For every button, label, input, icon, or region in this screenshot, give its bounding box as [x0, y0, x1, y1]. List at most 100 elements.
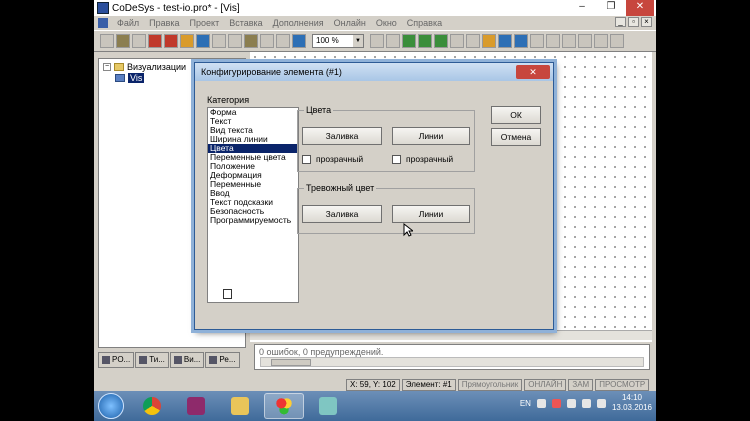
- collapse-icon[interactable]: −: [103, 63, 111, 71]
- copy-icon[interactable]: [260, 34, 274, 48]
- line-transparent-checkbox[interactable]: прозрачный: [392, 154, 453, 164]
- tray-volume-icon[interactable]: [596, 398, 606, 408]
- step-icon[interactable]: [212, 34, 226, 48]
- tab-label: Ви...: [183, 355, 201, 364]
- checkbox-box[interactable]: [392, 154, 401, 164]
- category-list[interactable]: Форма Текст Вид текста Ширина линии Цвет…: [207, 107, 299, 303]
- mdi-minimize-button[interactable]: _: [615, 17, 626, 27]
- taskbar-chrome[interactable]: [132, 393, 172, 419]
- toolbar: 100 % ▼: [94, 30, 656, 52]
- tab-visualizations[interactable]: Ви...: [169, 352, 205, 368]
- taskbar-save-app[interactable]: [176, 393, 216, 419]
- close-button[interactable]: ✕: [626, 0, 654, 16]
- zoom-value: 100 %: [316, 36, 339, 45]
- tab-data-types[interactable]: Ти...: [135, 352, 169, 368]
- taskbar-codesys[interactable]: [264, 393, 304, 419]
- group-label: Цвета: [304, 105, 334, 115]
- dialog-close-button[interactable]: ✕: [516, 65, 550, 79]
- paste-icon[interactable]: [276, 34, 290, 48]
- scrollbar-tool-icon[interactable]: [610, 34, 624, 48]
- run-icon[interactable]: [196, 34, 210, 48]
- tree-node-visualizations[interactable]: − Визуализации: [103, 62, 186, 72]
- category-item[interactable]: Программируемость: [208, 216, 298, 225]
- y-label: Y:: [373, 379, 381, 389]
- tray-antivirus-icon[interactable]: [551, 398, 561, 408]
- menu-insert[interactable]: Вставка: [224, 18, 267, 28]
- canvas-horizontal-scrollbar[interactable]: [250, 330, 652, 340]
- button-tool-icon[interactable]: [530, 34, 544, 48]
- menu-project[interactable]: Проект: [185, 18, 225, 28]
- system-tray: EN 14:10 13.03.2016: [520, 393, 652, 413]
- maximize-button[interactable]: ❐: [597, 0, 625, 16]
- mdi-close-button[interactable]: ×: [641, 17, 652, 27]
- menu-edit[interactable]: Правка: [144, 18, 184, 28]
- visualization-icon[interactable]: [514, 34, 528, 48]
- polyline-icon[interactable]: [450, 34, 464, 48]
- tab-label: Ти...: [149, 355, 165, 364]
- scrollbar-thumb[interactable]: [271, 359, 311, 366]
- login-icon[interactable]: [180, 34, 194, 48]
- start-button[interactable]: [98, 393, 124, 419]
- text-tool-icon[interactable]: [594, 34, 608, 48]
- fill-color-button[interactable]: Заливка: [302, 127, 382, 145]
- rectangle-icon[interactable]: [386, 34, 400, 48]
- status-coords: X: 59, Y: 102: [346, 378, 400, 391]
- taskbar-explorer[interactable]: [220, 393, 260, 419]
- tree-tabs: PO... Ти... Ви... Ре...: [98, 352, 246, 370]
- tab-resources[interactable]: Ре...: [205, 352, 240, 368]
- ok-button[interactable]: ОК: [491, 106, 541, 124]
- codesys-icon: [275, 397, 293, 415]
- zoom-select[interactable]: 100 % ▼: [312, 34, 364, 48]
- polygon-icon[interactable]: [434, 34, 448, 48]
- build-icon[interactable]: [148, 34, 162, 48]
- document-icon[interactable]: [98, 18, 108, 28]
- tab-pous[interactable]: PO...: [98, 352, 135, 368]
- resources-icon: [209, 356, 218, 364]
- cut-icon[interactable]: [244, 34, 258, 48]
- cancel-button[interactable]: Отмена: [491, 128, 541, 146]
- fill-transparent-checkbox[interactable]: прозрачный: [302, 154, 363, 164]
- visualization-icon: [115, 74, 125, 82]
- curve-icon[interactable]: [466, 34, 480, 48]
- checkbox-label: прозрачный: [406, 154, 454, 164]
- menu-extras[interactable]: Дополнения: [268, 18, 329, 28]
- menu-file[interactable]: Файл: [112, 18, 144, 28]
- pointer-icon[interactable]: [370, 34, 384, 48]
- status-mode: Прямоугольник: [457, 378, 523, 391]
- breakpoint-icon[interactable]: [228, 34, 242, 48]
- ellipse-icon[interactable]: [418, 34, 432, 48]
- tree-node-vis[interactable]: Vis: [115, 73, 145, 83]
- language-indicator[interactable]: EN: [520, 399, 531, 408]
- stop-icon[interactable]: [164, 34, 178, 48]
- checkbox-box[interactable]: [302, 154, 311, 164]
- rounded-rect-icon[interactable]: [402, 34, 416, 48]
- tree-node-label: Vis: [128, 73, 145, 83]
- clock[interactable]: 14:10 13.03.2016: [612, 393, 652, 413]
- floppy-icon: [187, 397, 205, 415]
- table-icon[interactable]: [562, 34, 576, 48]
- tray-arrow-icon[interactable]: [536, 398, 546, 408]
- menu-window[interactable]: Окно: [371, 18, 402, 28]
- line-color-button[interactable]: Линии: [392, 127, 470, 145]
- save-icon[interactable]: [132, 34, 146, 48]
- pie-icon[interactable]: [482, 34, 496, 48]
- open-file-icon[interactable]: [116, 34, 130, 48]
- new-file-icon[interactable]: [100, 34, 114, 48]
- status-view: ПРОСМОТР: [595, 378, 650, 391]
- menu-help[interactable]: Справка: [402, 18, 447, 28]
- tray-network-icon[interactable]: [581, 398, 591, 408]
- tray-flag-icon[interactable]: [566, 398, 576, 408]
- wmf-icon[interactable]: [546, 34, 560, 48]
- bitmap-icon[interactable]: [498, 34, 512, 48]
- alarm-table-icon[interactable]: [578, 34, 592, 48]
- chevron-down-icon[interactable]: ▼: [353, 35, 363, 47]
- find-icon[interactable]: [292, 34, 306, 48]
- menu-online[interactable]: Онлайн: [329, 18, 371, 28]
- mdi-restore-button[interactable]: ▫: [628, 17, 639, 27]
- taskbar-tool[interactable]: [308, 393, 348, 419]
- minimize-button[interactable]: –: [568, 0, 596, 16]
- message-scrollbar[interactable]: [260, 357, 644, 367]
- tool-icon: [319, 397, 337, 415]
- alarm-fill-button[interactable]: Заливка: [302, 205, 382, 223]
- alarm-line-button[interactable]: Линии: [392, 205, 470, 223]
